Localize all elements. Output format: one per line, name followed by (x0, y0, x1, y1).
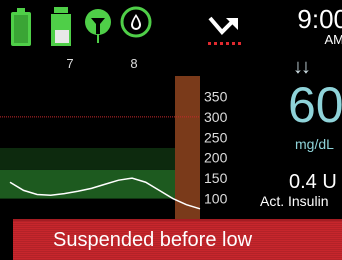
status-bar: 9:00 AM (0, 0, 342, 52)
active-insulin-label: Act. Insulin (260, 193, 329, 209)
upper-range-shade (0, 147, 200, 170)
sensor-drop-icon[interactable] (120, 6, 152, 43)
y-tick-label: 100 (204, 191, 228, 207)
notification-arrow-icon[interactable] (206, 12, 246, 53)
suspend-zone (175, 76, 200, 219)
sensor-glucose-value: 60 (288, 77, 342, 133)
y-tick-label: 350 (204, 88, 228, 104)
banner-text: Suspended before low (53, 229, 253, 251)
y-tick-label: 300 (204, 109, 228, 125)
battery-icon (10, 8, 32, 53)
y-tick-label: 200 (204, 150, 228, 166)
y-tick-label: 250 (204, 129, 228, 145)
clock-ampm: AM (324, 32, 342, 47)
active-insulin-value: 0.4 U (289, 171, 337, 193)
clock-time: 9:00 (297, 4, 342, 34)
calibration-count: 8 (130, 56, 138, 71)
suspend-before-low-banner[interactable]: Suspended before low (13, 219, 342, 260)
reservoir-icon[interactable] (48, 6, 74, 53)
reservoir-count: 7 (66, 56, 74, 71)
target-range-band (0, 169, 200, 199)
trend-arrows: ↓↓ (293, 56, 311, 78)
y-tick-label: 150 (204, 170, 228, 186)
calibration-icon[interactable] (84, 8, 112, 49)
sensor-glucose-units: mg/dL (295, 136, 334, 152)
